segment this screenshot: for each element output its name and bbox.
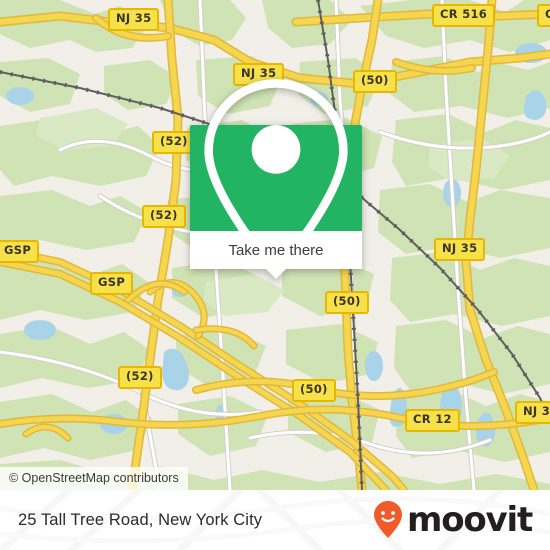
road-shield: NJ 35 [108,8,160,31]
moovit-map-screenshot: .veg { fill:#cfe3b4; } .veg2 { fill:#d9e… [0,0,550,550]
road-shield: GSP [90,272,134,295]
location-popup-card[interactable]: Take me there [190,79,362,280]
road-shield: NJ 35 [434,238,486,261]
map-canvas[interactable]: .veg { fill:#cfe3b4; } .veg2 { fill:#d9e… [0,0,550,490]
moovit-smiley-pin-icon [373,501,402,538]
road-shield: CR 516 [432,4,496,27]
moovit-brand-logo[interactable]: moovit [373,500,533,540]
footer-bar: 25 Tall Tree Road, New York City moovit [0,490,550,550]
road-shield: CR 12 [405,409,460,432]
take-me-there-label: Take me there [228,241,324,259]
footer-content: 25 Tall Tree Road, New York City moovit [0,490,550,550]
popup-action-bar[interactable]: Take me there [190,231,362,279]
popup-pointer-tail [266,269,286,279]
moovit-wordmark: moovit [406,500,533,540]
popup-header [190,79,362,280]
road-shield: GSP [0,240,40,263]
road-shield: C [537,4,550,27]
map-pin-icon [204,79,348,280]
osm-attribution[interactable]: © OpenStreetMap contributors [0,467,188,490]
road-shield: (52) [142,205,186,228]
road-shield: (52) [118,366,162,389]
road-shield: NJ 35 [515,401,550,424]
address-label: 25 Tall Tree Road, New York City [18,510,263,529]
